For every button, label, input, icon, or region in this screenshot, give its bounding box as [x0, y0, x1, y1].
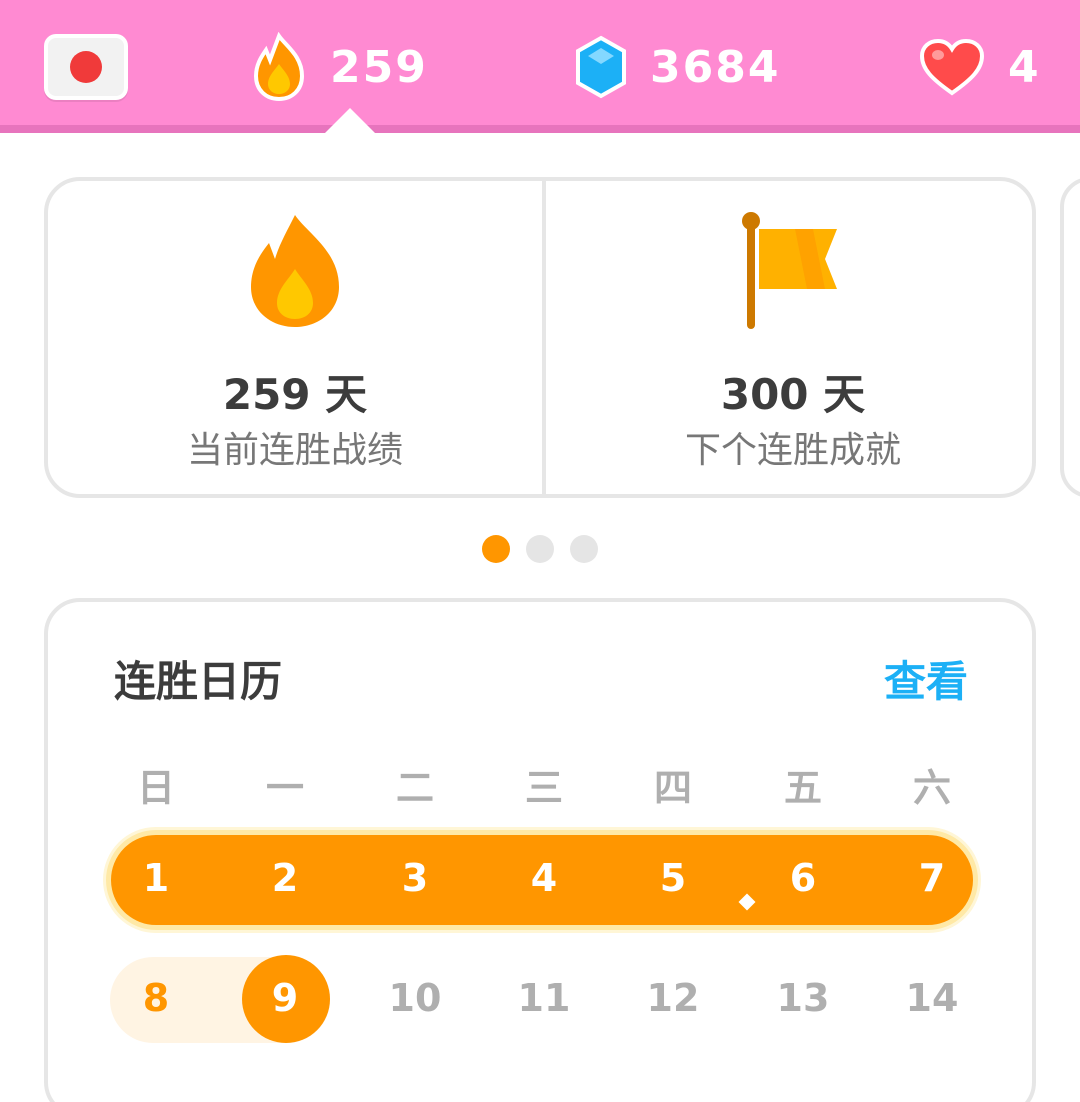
calendar-day[interactable]: 1 [111, 856, 201, 900]
calendar-day[interactable]: 5 [628, 856, 718, 900]
calendar-day[interactable]: 13 [758, 976, 848, 1020]
hearts-count: 4 [1008, 41, 1041, 93]
gems-count: 3684 [650, 41, 781, 93]
flag-icon [742, 212, 837, 329]
popover-pointer [320, 108, 380, 138]
language-flag-button[interactable] [44, 34, 128, 100]
view-calendar-link[interactable]: 查看 [884, 648, 968, 709]
calendar-day-today[interactable]: 9 [240, 976, 330, 1020]
calendar-day[interactable]: 8 [111, 976, 201, 1020]
japan-flag-icon [70, 51, 102, 83]
streak-count: 259 [330, 41, 428, 93]
calendar-day[interactable]: 2 [240, 856, 330, 900]
calendar-day[interactable]: 12 [628, 976, 718, 1020]
top-bar-edge [0, 125, 1080, 133]
current-streak-label: 当前连胜战绩 [186, 430, 403, 471]
gem-icon [576, 35, 626, 99]
calendar-day[interactable]: 3 [370, 856, 460, 900]
flame-icon [251, 215, 339, 327]
calendar-day[interactable]: 6 [758, 856, 848, 900]
weekday-label: 一 [265, 766, 304, 810]
carousel-dot[interactable] [570, 535, 598, 563]
calendar-day[interactable]: 11 [499, 976, 589, 1020]
streak-counter[interactable]: 259 [250, 30, 428, 104]
streak-calendar: 连胜日历 查看 日 一 二 三 四 五 六 1 2 3 4 5 6 7 8 9 … [44, 598, 1036, 1102]
calendar-day[interactable]: 7 [887, 856, 977, 900]
flame-icon [253, 32, 305, 102]
weekday-label: 六 [912, 766, 951, 810]
next-milestone-value: 300 天 [720, 370, 866, 419]
hearts-counter[interactable]: 4 [918, 30, 1041, 104]
calendar-title: 连胜日历 [114, 657, 283, 706]
carousel-dot-active[interactable] [482, 535, 510, 563]
heart-icon [919, 38, 985, 96]
carousel-dot[interactable] [526, 535, 554, 563]
current-streak-card: 259 天 当前连胜战绩 [48, 181, 542, 494]
streak-stats-card[interactable]: 259 天 当前连胜战绩 300 天 下个连胜成就 [44, 177, 1036, 498]
next-card-peek[interactable] [1060, 177, 1080, 498]
gems-counter[interactable]: 3684 [574, 30, 780, 104]
next-milestone-card: 300 天 下个连胜成就 [546, 181, 1040, 494]
weekday-label: 二 [395, 766, 434, 810]
current-streak-value: 259 天 [222, 370, 368, 419]
weekday-label: 四 [653, 766, 692, 810]
calendar-day[interactable]: 10 [370, 976, 460, 1020]
weekday-label: 五 [783, 766, 822, 810]
next-milestone-label: 下个连胜成就 [684, 430, 901, 471]
calendar-day[interactable]: 4 [499, 856, 589, 900]
weekday-label: 三 [524, 766, 563, 810]
carousel-indicator [482, 535, 598, 563]
calendar-day[interactable]: 14 [887, 976, 977, 1020]
weekday-label: 日 [136, 766, 175, 810]
